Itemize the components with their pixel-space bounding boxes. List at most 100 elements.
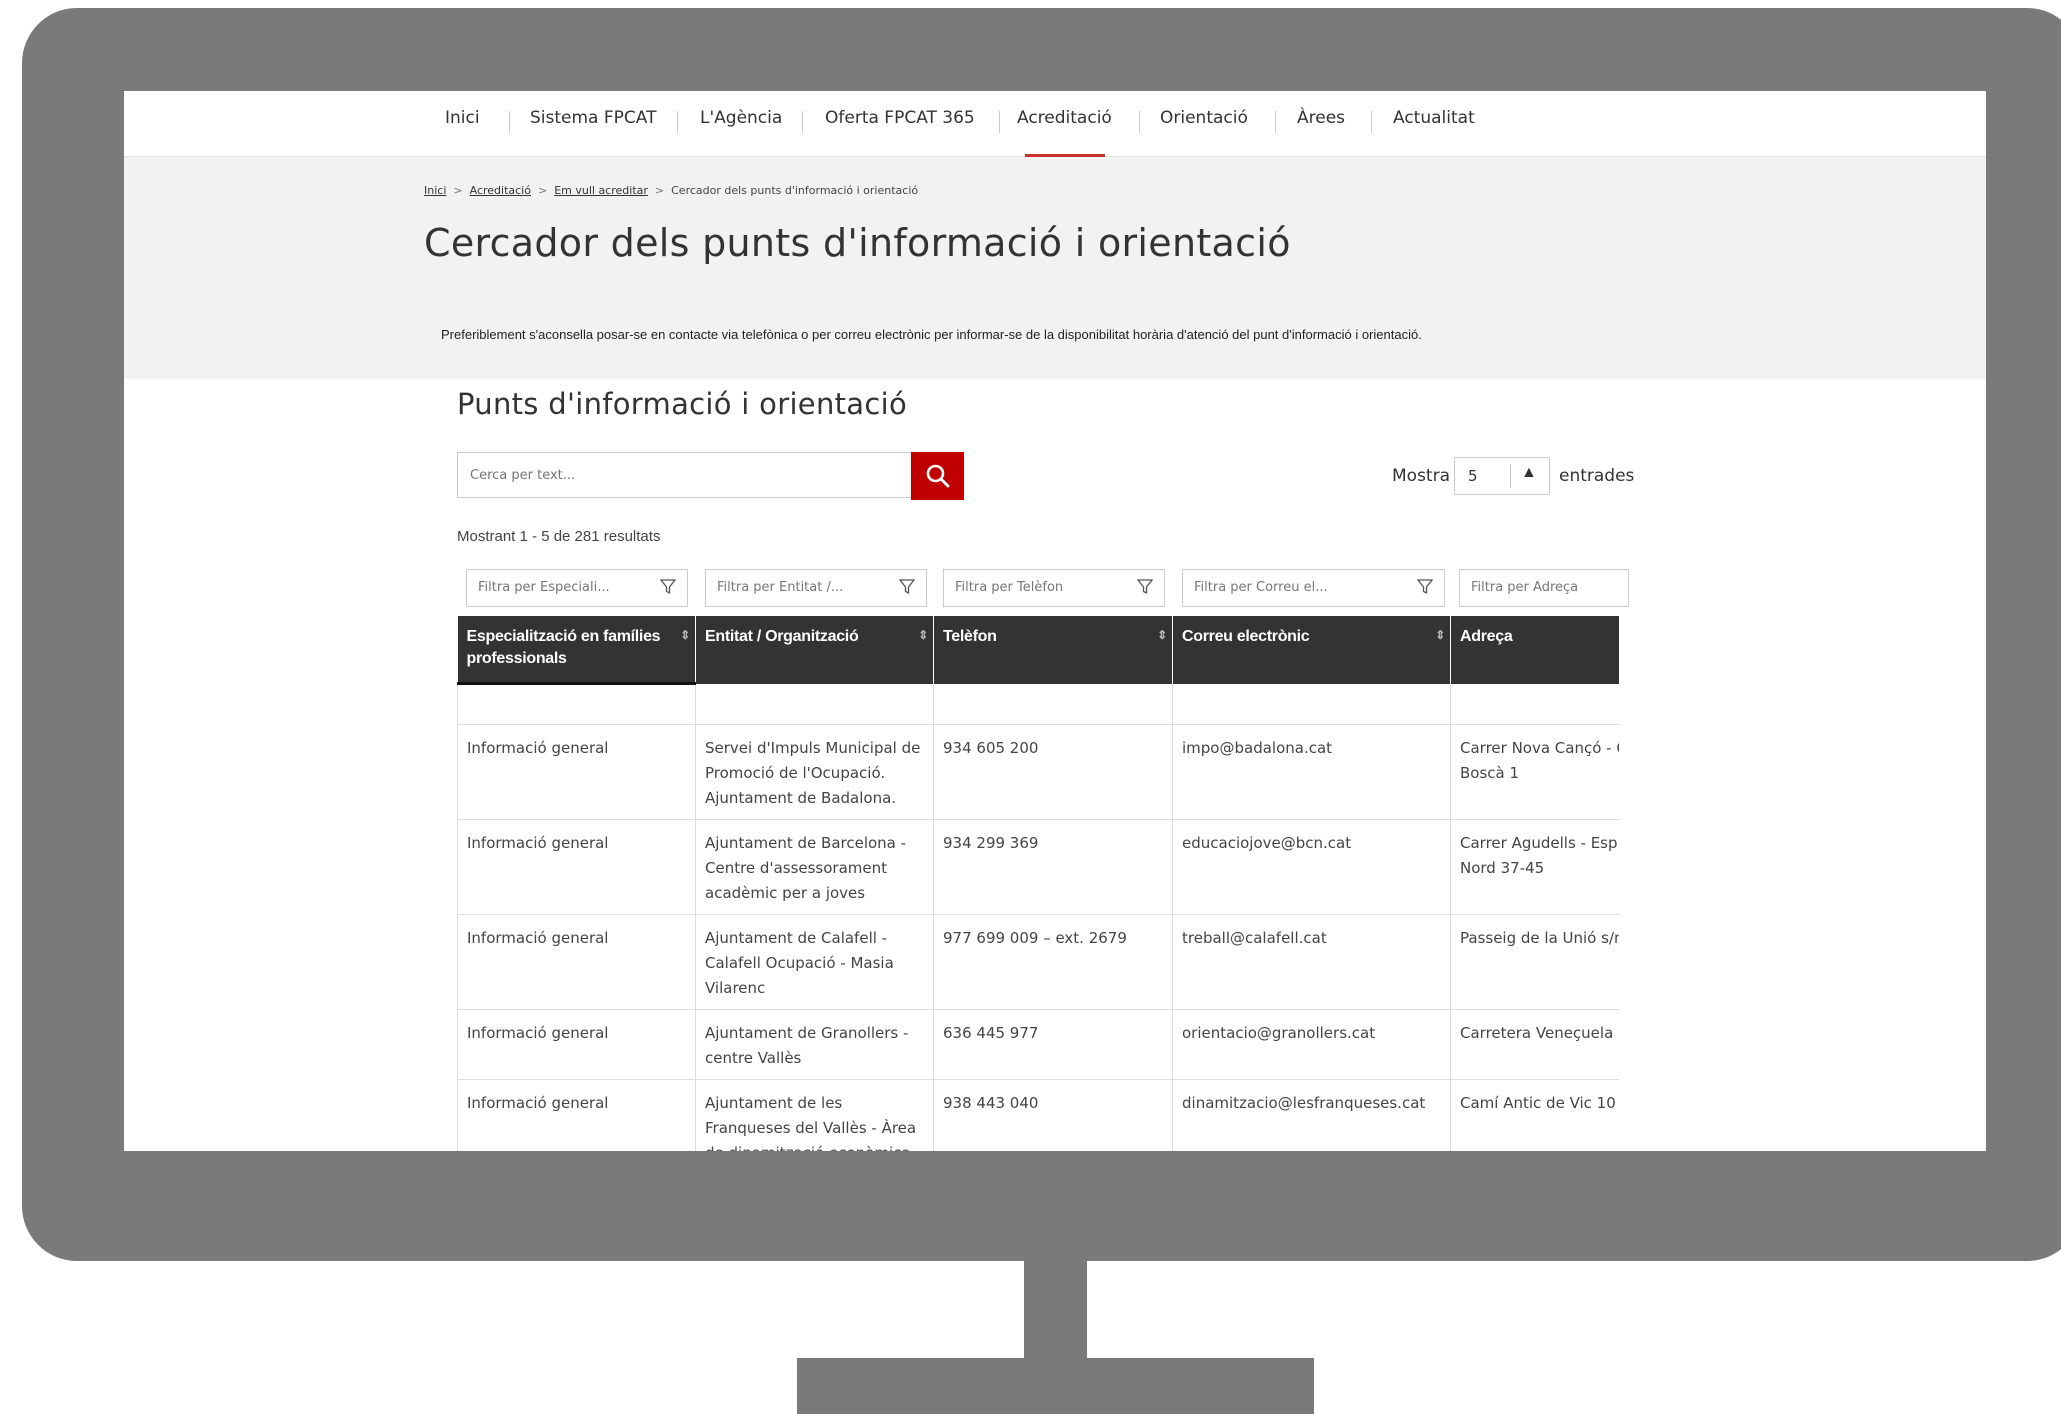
cell-correu: impo@badalona.cat xyxy=(1172,724,1451,820)
column-header-telefon[interactable]: Telèfon ⇕ xyxy=(933,616,1173,684)
nav-separator xyxy=(802,111,803,133)
section-title: Punts d'informació i orientació xyxy=(457,387,908,421)
filter-funnel-icon xyxy=(1416,579,1434,595)
breadcrumb-separator: > xyxy=(453,184,463,197)
filter-adreca[interactable]: Filtra per Adreça xyxy=(1459,569,1629,607)
cell-adreca: Carrer Agudells - Esp Boca Nord 37-45 xyxy=(1450,819,1619,915)
search-icon xyxy=(926,464,949,488)
breadcrumb-separator: > xyxy=(654,184,665,197)
filter-placeholder: Filtra per Correu el... xyxy=(1194,580,1328,595)
breadcrumb-link-acreditacio[interactable]: Acreditació xyxy=(470,184,531,197)
column-header-label: Correu electrònic xyxy=(1182,628,1310,645)
filter-placeholder: Filtra per Entitat /... xyxy=(717,580,844,595)
cell-entitat: Ajuntament de les Franqueses del Vallès … xyxy=(695,1079,934,1151)
nav-separator xyxy=(1371,111,1372,133)
filter-especialitzacio[interactable]: Filtra per Especiali... xyxy=(466,569,688,607)
cell-especialitzacio: Informació general xyxy=(457,724,696,820)
nav-item-oferta-fpcat-365[interactable]: Oferta FPCAT 365 xyxy=(825,108,975,128)
cell-correu: dinamitzacio@lesfranqueses.cat xyxy=(1172,1079,1451,1151)
cell-telefon: 934 299 369 xyxy=(933,819,1173,915)
filter-placeholder: Filtra per Telèfon xyxy=(955,580,1064,595)
page-size-suffix: entrades xyxy=(1559,466,1635,486)
column-header-correu[interactable]: Correu electrònic ⇕ xyxy=(1172,616,1451,684)
filter-funnel-icon xyxy=(1136,579,1154,595)
column-header-label: Entitat / Organització xyxy=(705,628,859,645)
filter-funnel-icon xyxy=(898,579,916,595)
nav-item-actualitat[interactable]: Actualitat xyxy=(1393,108,1475,128)
cell-telefon: 934 605 200 xyxy=(933,724,1173,820)
filter-entitat[interactable]: Filtra per Entitat /... xyxy=(705,569,927,607)
cell-especialitzacio: Informació general xyxy=(457,1079,696,1151)
page-size-select[interactable]: 5 ▲︎ xyxy=(1454,457,1550,495)
cell-telefon: 938 443 040 xyxy=(933,1079,1173,1151)
cell-entitat: Servei d'Impuls Municipal de Promoció de… xyxy=(695,724,934,820)
search-button[interactable] xyxy=(911,452,964,500)
up-down-arrow-icon: ▲︎ xyxy=(1521,464,1537,481)
breadcrumb: Inici > Acreditació > Em vull acreditar > Cerc… xyxy=(424,184,918,197)
nav-item-inici[interactable]: Inici xyxy=(445,108,480,128)
cell-adreca: Carretera Veneçuela xyxy=(1450,1009,1619,1080)
table-row: Informació general Ajuntament de Barcelo… xyxy=(457,819,1619,915)
cell-entitat: Ajuntament de Barcelona - Centre d'asses… xyxy=(695,819,934,915)
filter-funnel-icon xyxy=(659,579,677,595)
page-title: Cercador dels punts d'informació i orien… xyxy=(424,221,1291,265)
cell-adreca: Camí Antic de Vic 10 xyxy=(1450,1079,1619,1151)
results-summary: Mostrant 1 - 5 de 281 resultats xyxy=(457,528,661,545)
nav-item-sistema-fpcat[interactable]: Sistema FPCAT xyxy=(530,108,656,128)
cell-correu: educaciojove@bcn.cat xyxy=(1172,819,1451,915)
column-header-label: Especialització en famílies professional… xyxy=(466,628,661,667)
breadcrumb-link-inici[interactable]: Inici xyxy=(424,184,446,197)
table-row: Informació general Ajuntament de les Fra… xyxy=(457,1079,1619,1151)
column-header-label: Adreça xyxy=(1460,628,1513,645)
nav-item-agencia[interactable]: L'Agència xyxy=(700,108,782,128)
cell-adreca: Carrer Nova Cançó - Can Boscà 1 xyxy=(1450,724,1619,820)
filter-correu[interactable]: Filtra per Correu el... xyxy=(1182,569,1445,607)
sort-icon: ⇕ xyxy=(1157,628,1167,642)
table-row: Informació general Ajuntament de Calafel… xyxy=(457,914,1619,1010)
table-header-row: Especialització en famílies professional… xyxy=(457,616,1619,685)
cell-correu: treball@calafell.cat xyxy=(1172,914,1451,1010)
select-divider xyxy=(1510,464,1511,488)
nav-item-arees[interactable]: Àrees xyxy=(1297,108,1345,128)
sort-icon: ⇕ xyxy=(680,628,690,642)
results-table: Especialització en famílies professional… xyxy=(457,616,1619,1151)
table-row: Informació general Servei d'Impuls Munic… xyxy=(457,724,1619,820)
nav-separator xyxy=(509,111,510,133)
breadcrumb-current: Cercador dels punts d'informació i orien… xyxy=(671,184,919,197)
column-header-adreca[interactable]: Adreça xyxy=(1450,616,1619,684)
cell-especialitzacio: Informació general xyxy=(457,914,696,1010)
cell-correu: orientacio@granollers.cat xyxy=(1172,1009,1451,1080)
nav-separator xyxy=(677,111,678,133)
nav-separator xyxy=(1139,111,1140,133)
table-spacer-row xyxy=(457,683,1619,725)
page-size-value: 5 xyxy=(1468,467,1478,485)
cell-especialitzacio: Informació general xyxy=(457,1009,696,1080)
column-header-label: Telèfon xyxy=(943,628,997,645)
search-input[interactable] xyxy=(457,452,911,498)
cell-entitat: Ajuntament de Granollers - centre Vallès xyxy=(695,1009,934,1080)
filter-telefon[interactable]: Filtra per Telèfon xyxy=(943,569,1165,607)
sort-icon: ⇕ xyxy=(918,628,928,642)
sort-icon: ⇕ xyxy=(1435,628,1445,642)
nav-separator xyxy=(1275,111,1276,133)
breadcrumb-separator: > xyxy=(537,184,548,197)
column-header-entitat[interactable]: Entitat / Organització ⇕ xyxy=(695,616,934,684)
cell-entitat: Ajuntament de Calafell - Calafell Ocupac… xyxy=(695,914,934,1010)
table-row: Informació general Ajuntament de Granoll… xyxy=(457,1009,1619,1080)
filter-placeholder: Filtra per Adreça xyxy=(1471,580,1579,595)
browser-screen: Inici Sistema FPCAT L'Agència Oferta FPC… xyxy=(124,91,1986,1151)
cell-telefon: 636 445 977 xyxy=(933,1009,1173,1080)
cell-adreca: Passeig de la Unió s/n xyxy=(1450,914,1619,1010)
column-header-especialitzacio[interactable]: Especialització en famílies professional… xyxy=(457,616,696,685)
page-size-prefix: Mostra xyxy=(1392,466,1450,486)
top-navigation: Inici Sistema FPCAT L'Agència Oferta FPC… xyxy=(124,91,1986,157)
monitor-stand-neck xyxy=(1024,1258,1087,1358)
filter-placeholder: Filtra per Especiali... xyxy=(478,580,610,595)
cell-telefon: 977 699 009 – ext. 2679 xyxy=(933,914,1173,1010)
intro-text: Preferiblement s'aconsella posar-se en c… xyxy=(441,327,1422,342)
cell-especialitzacio: Informació general xyxy=(457,819,696,915)
breadcrumb-link-em-vull-acreditar[interactable]: Em vull acreditar xyxy=(554,184,648,197)
nav-item-orientacio[interactable]: Orientació xyxy=(1160,108,1248,128)
monitor-stand-base xyxy=(797,1358,1314,1414)
nav-item-acreditacio[interactable]: Acreditació xyxy=(1017,108,1112,128)
